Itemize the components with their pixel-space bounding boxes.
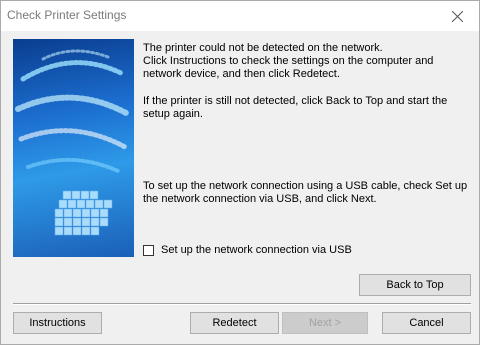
- usb-option-row[interactable]: Set up the network connection via USB: [143, 244, 352, 256]
- window-title: Check Printer Settings: [7, 8, 127, 22]
- usb-checkbox-label[interactable]: Set up the network connection via USB: [161, 244, 352, 256]
- message-usb-setup: To set up the network connection using a…: [143, 180, 468, 205]
- message-not-detected: The printer could not be detected on the…: [143, 42, 383, 54]
- setup-banner-image: [13, 39, 134, 257]
- close-button[interactable]: [435, 1, 479, 31]
- instructions-button[interactable]: Instructions: [13, 312, 102, 334]
- next-button[interactable]: Next >: [282, 312, 368, 334]
- separator: [13, 303, 471, 305]
- cancel-button[interactable]: Cancel: [382, 312, 471, 334]
- title-bar: Check Printer Settings: [1, 1, 479, 31]
- redetect-button[interactable]: Redetect: [190, 312, 279, 334]
- close-icon: [451, 10, 463, 22]
- message-usb: To set up the network connection using a…: [143, 180, 473, 206]
- dialog-window: Check Printer Settings The printer could…: [0, 0, 480, 345]
- message-still-not-detected: If the printer is still not detected, cl…: [143, 95, 448, 120]
- message-block-primary: The printer could not be detected on the…: [143, 42, 473, 81]
- usb-checkbox[interactable]: [143, 244, 154, 256]
- back-to-top-button[interactable]: Back to Top: [359, 274, 471, 296]
- message-back-to-top: If the printer is still not detected, cl…: [143, 95, 473, 121]
- message-instructions: Click Instructions to check the settings…: [143, 55, 434, 80]
